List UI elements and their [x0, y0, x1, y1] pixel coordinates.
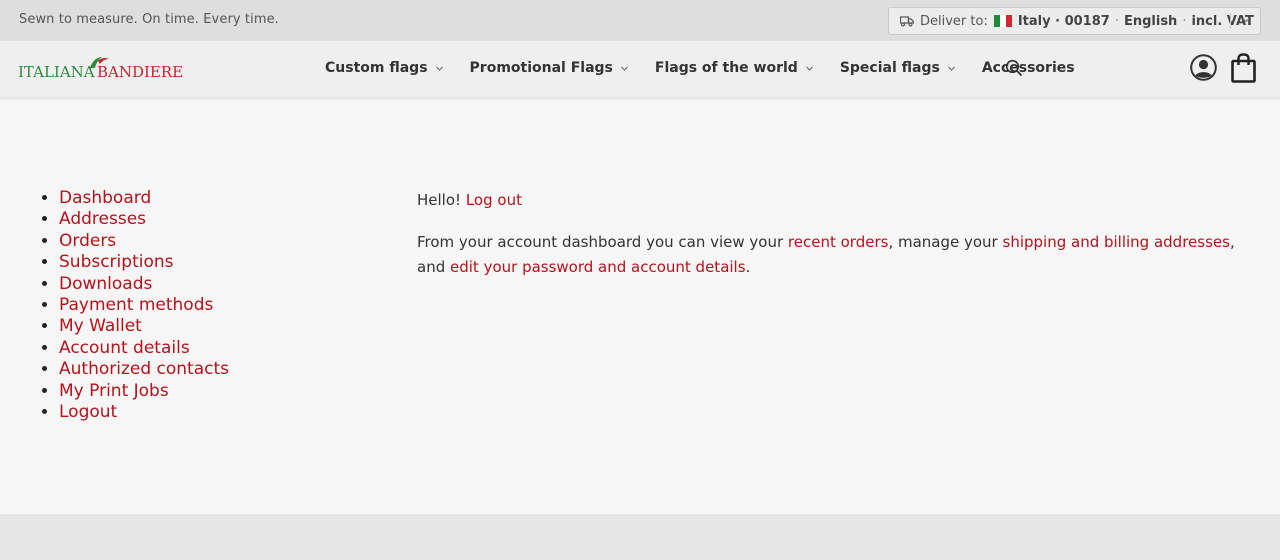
footer	[0, 514, 1280, 560]
main-header: ITALIANA BANDIERE Custom flags Promotion…	[0, 41, 1280, 97]
nav-custom-flags[interactable]: Custom flags	[325, 60, 444, 76]
account-nav-item: My Wallet	[59, 316, 229, 337]
language-value: English	[1123, 13, 1178, 29]
account-nav-item: Subscriptions	[59, 252, 229, 273]
account-nav-item: Account details	[59, 338, 229, 359]
account-dashboard-content: Hello! Log out From your account dashboa…	[417, 188, 1257, 280]
tagline: Sewn to measure. On time. Every time.	[19, 12, 279, 27]
user-icon[interactable]	[1190, 54, 1217, 81]
account-nav-item: Authorized contacts	[59, 359, 229, 380]
account-nav-subscriptions[interactable]: Subscriptions	[59, 252, 173, 272]
addresses-link[interactable]: shipping and billing addresses	[1003, 233, 1230, 251]
chevron-down-icon	[947, 66, 955, 71]
account-nav-authorized-contacts[interactable]: Authorized contacts	[59, 359, 229, 379]
italy-flag-icon	[993, 15, 1012, 27]
account-nav-my-print-jobs[interactable]: My Print Jobs	[59, 381, 169, 401]
account-details-link[interactable]: edit your password and account details	[450, 258, 746, 276]
recent-orders-link[interactable]: recent orders	[788, 233, 889, 251]
dashboard-intro: From your account dashboard you can view…	[417, 233, 1235, 276]
nav-accessories[interactable]: Accessories	[982, 60, 1075, 76]
hello-text: Hello!	[417, 191, 462, 209]
account-nav-dashboard[interactable]: Dashboard	[59, 188, 151, 208]
account-nav-account-details[interactable]: Account details	[59, 338, 190, 358]
account-nav-downloads[interactable]: Downloads	[59, 274, 152, 294]
account-nav-logout[interactable]: Logout	[59, 402, 117, 422]
account-nav-addresses[interactable]: Addresses	[59, 209, 146, 229]
logout-link[interactable]: Log out	[466, 191, 522, 209]
nav-flags-of-the-world[interactable]: Flags of the world	[655, 60, 814, 76]
account-nav-item: Addresses	[59, 209, 229, 230]
account-nav-item: Downloads	[59, 274, 229, 295]
search-icon[interactable]	[1005, 59, 1023, 77]
deliver-label: Deliver to:	[920, 13, 988, 29]
shopping-bag-icon[interactable]	[1231, 53, 1256, 83]
account-nav-item: Logout	[59, 402, 229, 423]
account-nav-item: Payment methods	[59, 295, 229, 316]
nav-special-flags[interactable]: Special flags	[840, 60, 956, 76]
account-nav-payment-methods[interactable]: Payment methods	[59, 295, 213, 315]
chevron-down-icon	[621, 66, 628, 71]
account-nav-my-wallet[interactable]: My Wallet	[59, 316, 142, 336]
logo-text-part2: BANDIERE	[97, 63, 184, 81]
nav-promotional-flags[interactable]: Promotional Flags	[470, 60, 629, 76]
account-nav-item: Orders	[59, 231, 229, 252]
delivery-country: Italy · 00187	[1017, 13, 1110, 29]
chevron-down-icon	[805, 66, 813, 71]
greeting: Hello! Log out	[417, 188, 1257, 213]
account-nav-item: Dashboard	[59, 188, 229, 209]
top-bar: Sewn to measure. On time. Every time. De…	[0, 0, 1280, 41]
chevron-down-icon	[1242, 18, 1250, 23]
truck-icon	[900, 16, 914, 27]
main-nav: Custom flags Promotional Flags Flags of …	[325, 59, 1101, 77]
delivery-locale-selector[interactable]: Deliver to: Italy · 00187 · English · in…	[888, 7, 1261, 35]
account-navigation: Dashboard Addresses Orders Subscriptions…	[59, 188, 229, 423]
account-nav-item: My Print Jobs	[59, 381, 229, 402]
account-nav-orders[interactable]: Orders	[59, 231, 116, 251]
site-logo[interactable]: ITALIANA BANDIERE	[18, 55, 183, 83]
chevron-down-icon	[435, 66, 443, 71]
logo-text-part1: ITALIANA	[18, 63, 95, 81]
